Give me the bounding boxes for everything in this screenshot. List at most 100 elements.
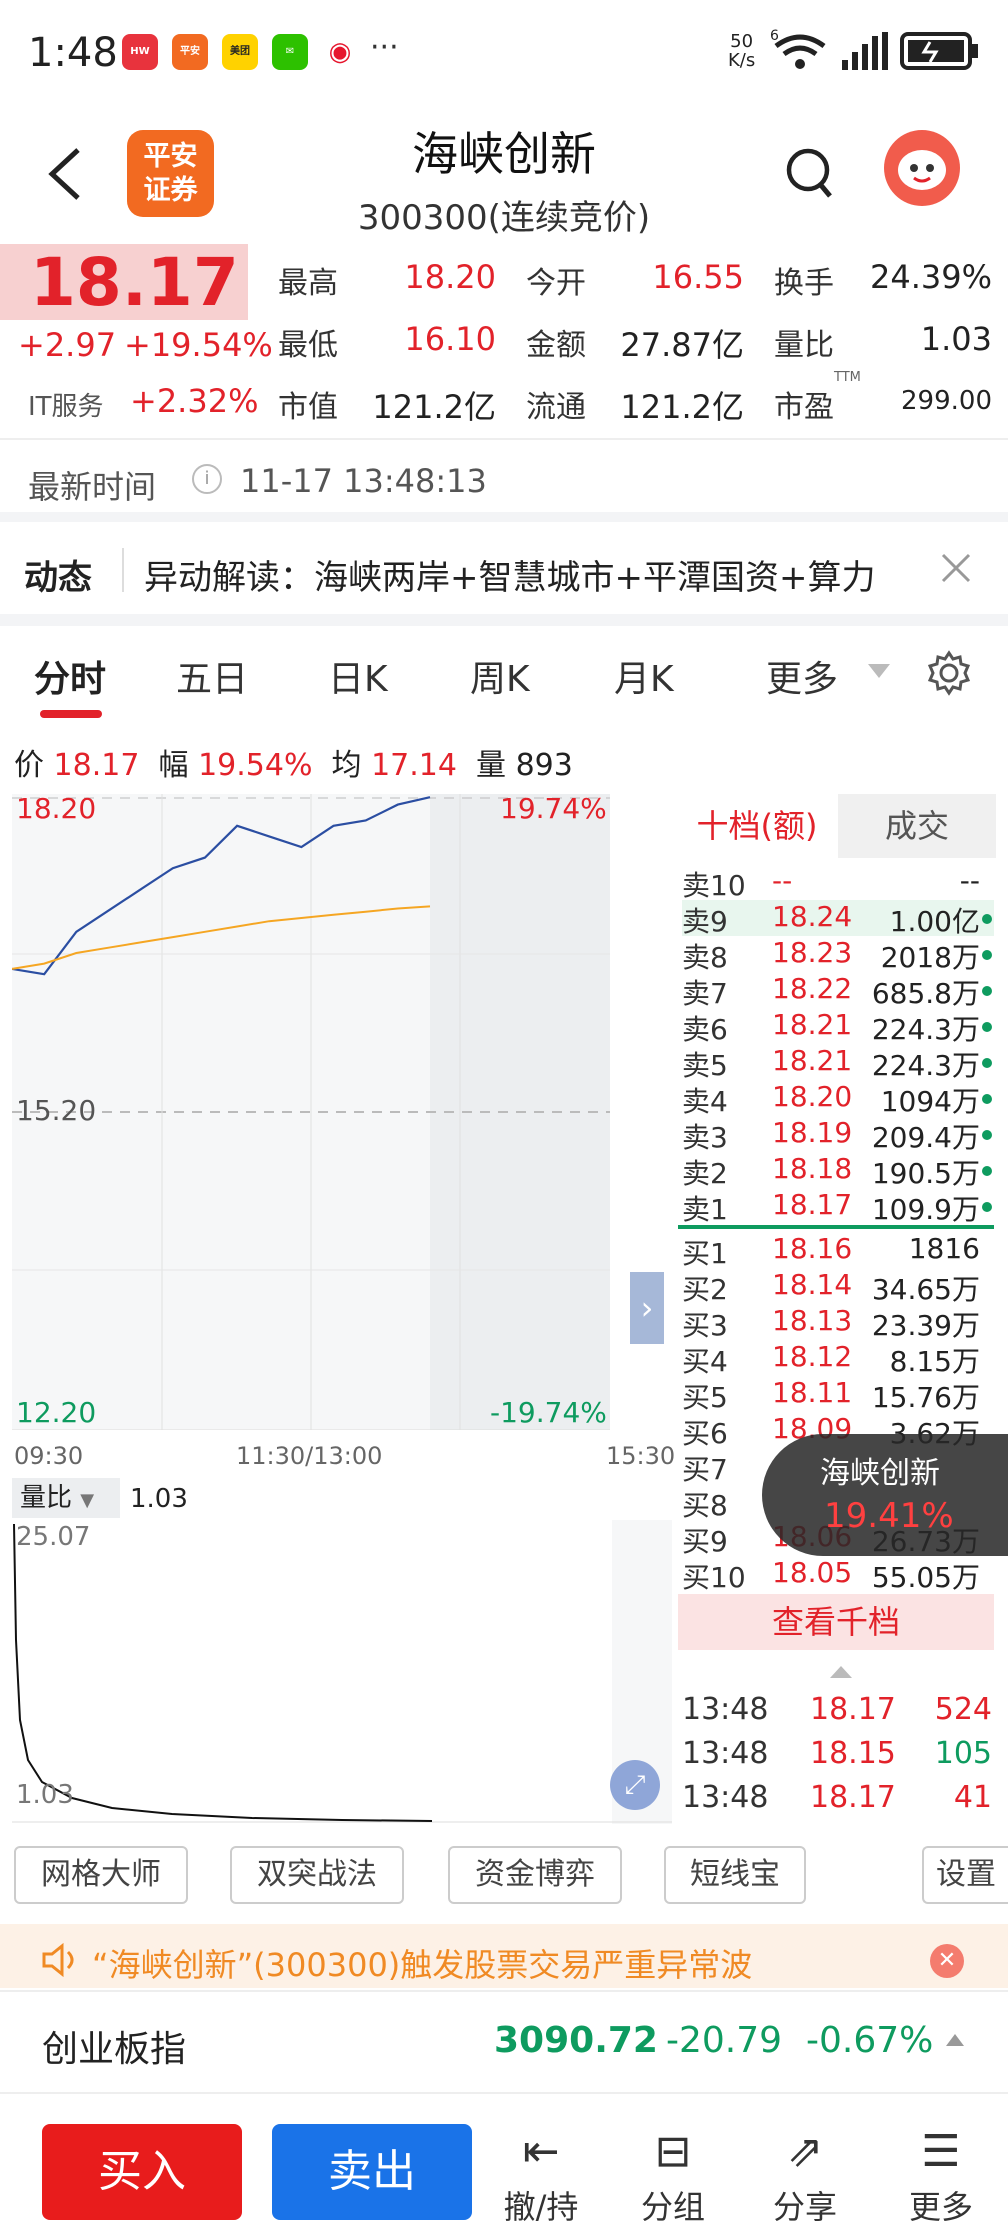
update-time-label: 最新时间 <box>28 468 157 506</box>
assistant-avatar-icon[interactable] <box>884 130 960 206</box>
battery-icon <box>900 32 978 70</box>
buy-level-price: 18.05 <box>772 1556 853 1589</box>
sell-level-amount: 224.3万 <box>871 1013 980 1046</box>
sell-level-row[interactable]: 卖1 18.17 109.9万 <box>682 1188 994 1226</box>
tab-daily-k[interactable]: 日K <box>328 650 388 702</box>
floating-stock-widget[interactable]: 海峡创新 19.41% <box>762 1434 1008 1556</box>
tab-trades[interactable]: 成交 <box>840 794 994 858</box>
sector-change[interactable]: +2.32% <box>130 382 258 420</box>
trade-price: 18.17 <box>810 1692 896 1727</box>
settings-button[interactable]: 设置 <box>922 1846 1008 1904</box>
buy-level-row[interactable]: 买1 18.16 1816 <box>682 1232 994 1270</box>
sell-level-amount: -- <box>959 864 980 897</box>
fullscreen-icon[interactable]: ⤢ <box>610 1760 660 1810</box>
double-breakout-button[interactable]: 双突战法 <box>230 1846 404 1904</box>
cancel-hold-button[interactable]: ⇤ 撤/持 <box>496 2122 586 2228</box>
sell-level-price: 18.21 <box>772 1008 853 1041</box>
group-button[interactable]: ⊟ 分组 <box>628 2122 718 2228</box>
expand-orderbook-toggle[interactable]: › <box>630 1272 664 1344</box>
more-button[interactable]: ☰ 更多 <box>896 2122 986 2228</box>
buy-level-row[interactable]: 买4 18.12 8.15万 <box>682 1340 994 1378</box>
buy-level-amount: 34.65万 <box>871 1273 980 1306</box>
buy-level-label: 买10 <box>682 1561 746 1594</box>
notice-close-icon[interactable]: ✕ <box>930 1944 964 1978</box>
tab-orderbook-10[interactable]: 十档(额) <box>676 794 838 858</box>
info-icon[interactable]: i <box>192 464 222 494</box>
chart-bottom-price: 12.20 <box>16 1396 97 1429</box>
index-change: -20.79 <box>666 2020 783 2061</box>
order-dot-icon <box>982 914 992 924</box>
bid-ask-divider <box>678 1225 994 1229</box>
grid-master-button[interactable]: 网格大师 <box>14 1846 188 1904</box>
sell-level-row[interactable]: 卖2 18.18 190.5万 <box>682 1152 994 1190</box>
buy-level-row[interactable]: 买10 18.05 55.05万 <box>682 1556 994 1594</box>
capital-game-button[interactable]: 资金博弈 <box>448 1846 622 1904</box>
current-price: 18.17 <box>30 244 239 321</box>
sector-name[interactable]: IT服务 <box>28 386 104 423</box>
tab-monthly-k[interactable]: 月K <box>614 650 674 702</box>
indicator-selector[interactable]: 量比 ▼ <box>12 1478 120 1518</box>
collapse-caret-icon[interactable] <box>828 1664 854 1680</box>
sell-level-price: 18.22 <box>772 972 853 1005</box>
volume-ratio-label: 量比 <box>774 328 834 363</box>
buy-level-row[interactable]: 买5 18.11 15.76万 <box>682 1376 994 1414</box>
order-dot-icon <box>982 1058 992 1068</box>
sell-level-row[interactable]: 卖10 -- -- <box>682 864 994 902</box>
sell-level-row[interactable]: 卖5 18.21 224.3万 <box>682 1044 994 1082</box>
trade-row: 13:48 18.15 105 <box>682 1736 994 1772</box>
trade-time: 13:48 <box>682 1692 769 1727</box>
float-value: 121.2亿 <box>620 388 744 426</box>
trade-price: 18.17 <box>810 1780 896 1815</box>
tab-more[interactable]: 更多 <box>766 650 838 702</box>
sell-level-amount: 109.9万 <box>871 1193 980 1226</box>
sell-level-label: 卖3 <box>682 1121 728 1154</box>
turnover-value: 24.39% <box>869 258 992 296</box>
section-divider <box>0 614 1008 626</box>
close-icon[interactable] <box>940 552 972 584</box>
order-dot-icon <box>982 1094 992 1104</box>
vr-max: 25.07 <box>16 1522 91 1552</box>
sell-level-row[interactable]: 卖6 18.21 224.3万 <box>682 1008 994 1046</box>
update-time: 11-17 13:48:13 <box>240 462 487 500</box>
sell-level-row[interactable]: 卖7 18.22 685.8万 <box>682 972 994 1010</box>
notice-text[interactable]: “海峡创新”(300300)触发股票交易严重异常波 <box>92 1940 752 1986</box>
sell-level-price: 18.17 <box>772 1188 853 1221</box>
sell-level-row[interactable]: 卖9 18.24 1.00亿 <box>682 900 994 938</box>
sell-level-row[interactable]: 卖4 18.20 1094万 <box>682 1080 994 1118</box>
tab-intraday[interactable]: 分时 <box>34 650 106 702</box>
intraday-price-chart[interactable] <box>12 794 610 1430</box>
sell-level-label: 卖7 <box>682 977 728 1010</box>
low-label: 最低 <box>278 328 338 363</box>
low-value: 16.10 <box>404 320 496 358</box>
short-term-button[interactable]: 短线宝 <box>664 1846 806 1904</box>
amount-label: 金额 <box>526 328 586 363</box>
sell-level-row[interactable]: 卖3 18.19 209.4万 <box>682 1116 994 1154</box>
buy-level-row[interactable]: 买3 18.13 23.39万 <box>682 1304 994 1342</box>
active-tab-indicator <box>40 710 102 718</box>
dropdown-caret-icon <box>868 664 890 678</box>
sell-level-row[interactable]: 卖8 18.23 2018万 <box>682 936 994 974</box>
tab-five-day[interactable]: 五日 <box>176 650 248 702</box>
news-headline[interactable]: 异动解读：海峡两岸+智慧城市+平潭国资+算力 <box>144 550 875 599</box>
buy-level-price: 18.14 <box>772 1268 853 1301</box>
search-icon[interactable] <box>784 146 836 202</box>
sell-level-price: 18.23 <box>772 936 853 969</box>
indicator-value: 1.03 <box>130 1484 188 1514</box>
volume-ratio-chart[interactable] <box>12 1520 672 1824</box>
expand-caret-icon[interactable] <box>944 2032 966 2048</box>
buy-button[interactable]: 买入 <box>42 2124 242 2220</box>
sell-level-label: 卖8 <box>682 941 728 974</box>
buy-level-row[interactable]: 买2 18.14 34.65万 <box>682 1268 994 1306</box>
sell-level-amount: 1.00亿 <box>889 905 980 938</box>
status-time: 1:48 <box>28 30 118 76</box>
view-full-depth-button[interactable]: 查看千档 <box>678 1594 994 1650</box>
index-value: 3090.72 <box>494 2020 658 2061</box>
settings-gear-icon[interactable] <box>926 650 972 696</box>
share-button[interactable]: ⇗ 分享 <box>760 2122 850 2228</box>
meituan-app-icon: 美团 <box>222 34 258 70</box>
buy-level-price: 18.13 <box>772 1304 853 1337</box>
sell-button[interactable]: 卖出 <box>272 2124 472 2220</box>
floating-name: 海峡创新 <box>820 1456 940 1491</box>
index-name[interactable]: 创业板指 <box>42 2020 186 2072</box>
tab-weekly-k[interactable]: 周K <box>470 650 530 702</box>
